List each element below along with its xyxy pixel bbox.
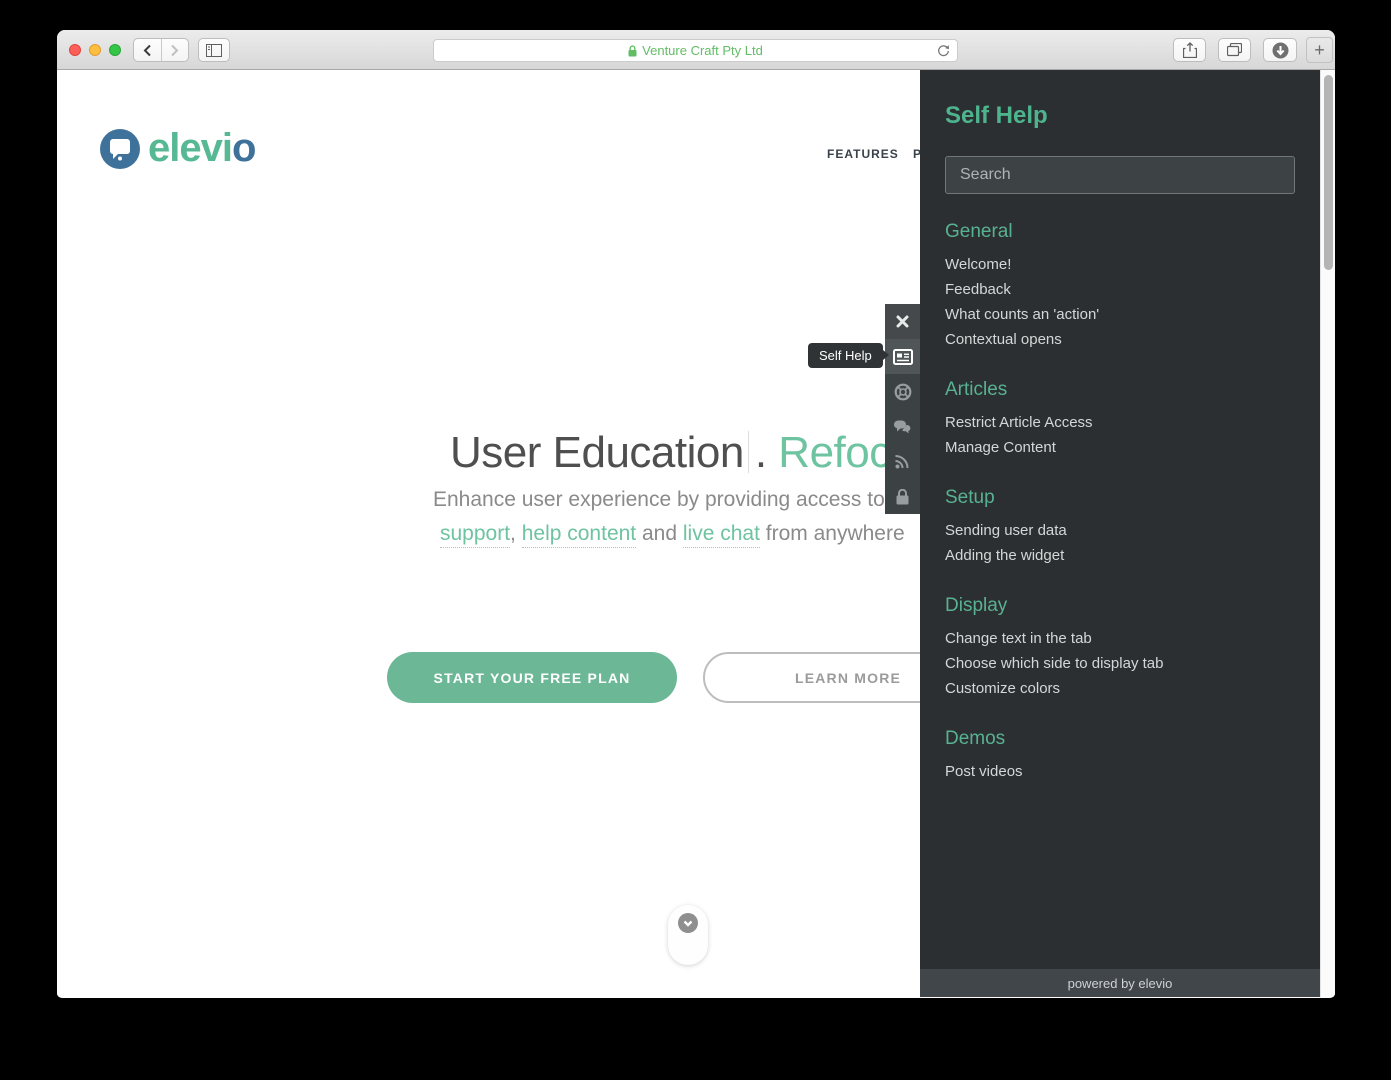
panel-sections: General Welcome! Feedback What counts an… [945,221,1295,784]
section-items: Welcome! Feedback What counts an 'action… [945,252,1295,352]
sidebar-toggle-button[interactable] [198,38,230,62]
close-window-button[interactable] [69,44,81,56]
browser-window: Venture Craft Pty Ltd + elevio [57,30,1335,998]
article-link[interactable]: What counts an 'action' [945,302,1295,327]
panel-section: Demos Post videos [945,728,1295,784]
hero-subtitle-line1: Enhance user experience by providing acc… [433,488,885,512]
address-text: Venture Craft Pty Ltd [642,43,763,58]
scroll-down-indicator[interactable] [668,905,708,965]
share-icon [1183,42,1197,58]
forward-icon [170,44,179,57]
support-tab-button[interactable] [885,374,920,409]
site-logo[interactable]: elevio [100,126,255,171]
chevron-down-icon [678,913,698,933]
chat-tab-button[interactable] [885,409,920,444]
powered-by-elevio[interactable]: powered by elevio [920,969,1320,997]
section-title: Demos [945,728,1295,750]
downloads-button[interactable] [1263,38,1297,62]
panel-section: Articles Restrict Article Access Manage … [945,379,1295,460]
self-help-panel: Self Help General Welcome! Feedback What… [920,70,1320,997]
article-link[interactable]: Adding the widget [945,543,1295,568]
download-icon [1272,42,1289,59]
tabs-icon [1227,43,1242,57]
lock-icon [628,45,637,57]
panel-title: Self Help [945,102,1295,130]
hero-subtitle-line2: support, help content and live chat from… [440,522,905,546]
share-button[interactable] [1173,38,1206,62]
panel-section: Display Change text in the tab Choose wh… [945,595,1295,701]
page-scrollbar[interactable] [1320,70,1335,997]
start-free-plan-button[interactable]: START YOUR FREE PLAN [387,652,677,703]
close-widget-button[interactable] [885,304,920,339]
new-tab-button[interactable]: + [1306,37,1333,63]
self-help-tab-button[interactable] [885,339,920,374]
chat-icon [893,419,912,434]
scrollbar-thumb[interactable] [1324,75,1333,270]
section-items: Change text in the tab Choose which side… [945,626,1295,701]
lock-icon [896,489,909,505]
browser-toolbar: Venture Craft Pty Ltd + [57,30,1335,70]
minimize-window-button[interactable] [89,44,101,56]
article-link[interactable]: Sending user data [945,518,1295,543]
sidebar-icon [206,44,222,57]
article-link[interactable]: Change text in the tab [945,626,1295,651]
zoom-window-button[interactable] [109,44,121,56]
support-icon [894,383,912,401]
window-controls [69,44,121,56]
forward-button[interactable] [162,39,189,61]
reload-button[interactable] [937,44,950,58]
support-link[interactable]: support [440,522,510,548]
section-items: Restrict Article Access Manage Content [945,410,1295,460]
history-nav [133,38,189,62]
article-link[interactable]: Welcome! [945,252,1295,277]
articles-icon [893,349,913,365]
article-link[interactable]: Post videos [945,759,1295,784]
section-title: Articles [945,379,1295,401]
search-input[interactable] [945,156,1295,194]
nav-item[interactable]: FEATURES [827,147,899,161]
section-items: Post videos [945,759,1295,784]
widget-toolbar [885,304,920,514]
address-bar[interactable]: Venture Craft Pty Ltd [433,39,958,62]
section-title: General [945,221,1295,243]
elevio-logo-icon [100,129,140,169]
blog-icon [895,454,910,469]
panel-section: General Welcome! Feedback What counts an… [945,221,1295,352]
article-link[interactable]: Contextual opens [945,327,1295,352]
close-icon [896,315,909,328]
blog-tab-button[interactable] [885,444,920,479]
article-link[interactable]: Manage Content [945,435,1295,460]
self-help-tooltip: Self Help [808,343,883,368]
private-tab-button[interactable] [885,479,920,514]
live-chat-link[interactable]: live chat [683,522,760,548]
panel-section: Setup Sending user data Adding the widge… [945,487,1295,568]
article-link[interactable]: Choose which side to display tab [945,651,1295,676]
article-link[interactable]: Feedback [945,277,1295,302]
text-cursor [748,431,749,473]
logo-wordmark: elevio [148,126,255,171]
article-link[interactable]: Customize colors [945,676,1295,701]
reload-icon [937,44,950,58]
tab-overview-button[interactable] [1218,38,1251,62]
help-content-link[interactable]: help content [522,522,636,548]
back-icon [143,44,152,57]
section-title: Display [945,595,1295,617]
section-title: Setup [945,487,1295,509]
article-link[interactable]: Restrict Article Access [945,410,1295,435]
section-items: Sending user data Adding the widget [945,518,1295,568]
back-button[interactable] [134,39,162,61]
page-content: elevio FEATURES PRICING User Education. … [57,70,1335,997]
